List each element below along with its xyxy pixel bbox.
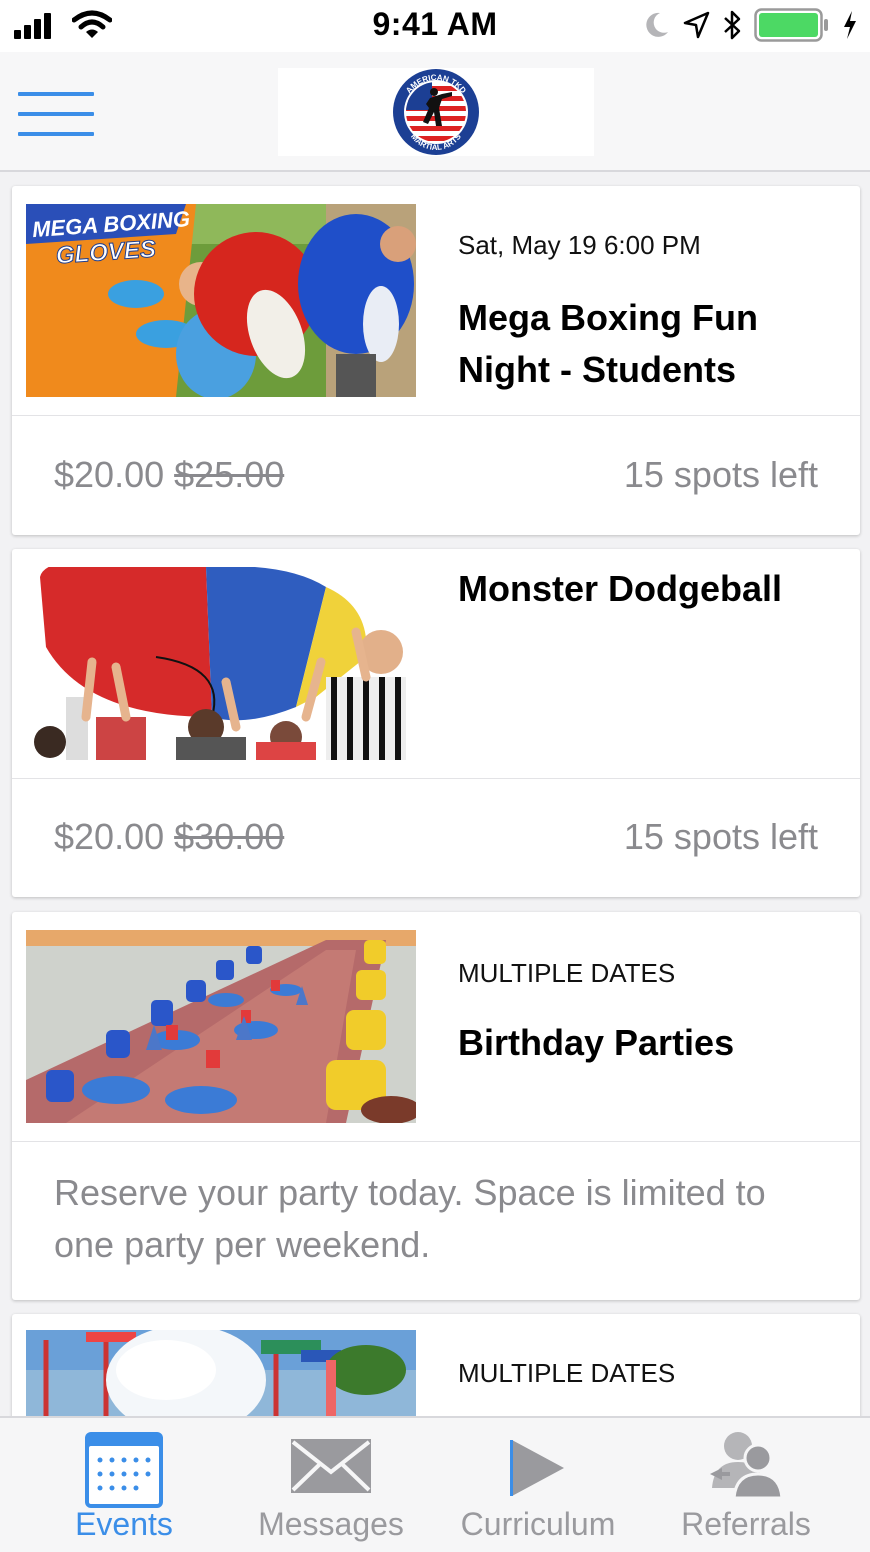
event-thumbnail: MEGA BOXING GLOVES xyxy=(26,204,416,397)
battery-icon xyxy=(754,8,830,47)
tab-label: Messages xyxy=(258,1506,404,1542)
event-title: Monster Dodgeball xyxy=(458,568,783,609)
logo-emblem-icon: AMERICAN TKD MARTIAL ARTS xyxy=(393,69,479,155)
tab-label: Events xyxy=(75,1506,173,1542)
event-price: $20.00 $25.00 xyxy=(54,454,285,495)
event-date: MULTIPLE DATES xyxy=(458,958,676,988)
school-logo: AMERICAN TKD MARTIAL ARTS xyxy=(278,68,594,156)
charging-bolt-icon xyxy=(842,10,858,45)
event-thumbnail xyxy=(26,1330,416,1416)
bluetooth-icon xyxy=(722,9,742,46)
event-card[interactable]: MULTIPLE DATES Birthday Parties Reserve … xyxy=(12,912,860,1300)
event-title: Mega Boxing Fun Night - Students xyxy=(458,297,758,390)
event-card[interactable]: MULTIPLE DATES xyxy=(12,1314,860,1416)
original-price: $25.00 xyxy=(174,454,285,495)
navigation-bar: AMERICAN TKD MARTIAL ARTS xyxy=(0,52,870,172)
location-arrow-icon xyxy=(682,10,710,45)
event-card[interactable]: MEGA BOXING GLOVES Sat, May 19 6:00 PM M… xyxy=(12,186,860,535)
tab-referrals[interactable]: Referrals xyxy=(646,1418,846,1552)
original-price: $30.00 xyxy=(174,816,285,857)
card-divider xyxy=(12,415,860,416)
card-divider xyxy=(12,1141,860,1142)
calendar-icon xyxy=(83,1430,165,1515)
tab-messages[interactable]: Messages xyxy=(231,1418,431,1552)
event-thumbnail xyxy=(26,567,416,760)
envelope-icon xyxy=(290,1438,372,1499)
tab-bar: Events Messages Curriculum Referrals xyxy=(0,1416,870,1552)
event-date: Sat, May 19 6:00 PM xyxy=(458,230,701,260)
referral-people-icon xyxy=(708,1428,784,1503)
events-list: MEGA BOXING GLOVES Sat, May 19 6:00 PM M… xyxy=(0,174,870,1416)
tab-label: Curriculum xyxy=(460,1506,616,1542)
spots-left: 15 spots left xyxy=(623,454,818,495)
tab-curriculum[interactable]: Curriculum xyxy=(438,1418,638,1552)
tab-events[interactable]: Events xyxy=(24,1418,224,1552)
event-price: $20.00 $30.00 xyxy=(54,816,285,857)
tab-label: Referrals xyxy=(681,1506,811,1542)
event-description: Reserve your party today. Space is limit… xyxy=(54,1172,766,1265)
moon-icon xyxy=(642,10,670,45)
status-right xyxy=(642,8,858,47)
event-thumbnail xyxy=(26,930,416,1123)
event-title: Birthday Parties xyxy=(458,1022,735,1063)
status-bar: 9:41 AM xyxy=(0,0,870,52)
hamburger-menu-icon[interactable] xyxy=(18,90,96,138)
event-date: MULTIPLE DATES xyxy=(458,1358,676,1388)
play-icon xyxy=(508,1438,568,1503)
card-divider xyxy=(12,778,860,779)
spots-left: 15 spots left xyxy=(623,816,818,857)
event-card[interactable]: Monster Dodgeball $20.00 $30.00 15 spots… xyxy=(12,549,860,897)
